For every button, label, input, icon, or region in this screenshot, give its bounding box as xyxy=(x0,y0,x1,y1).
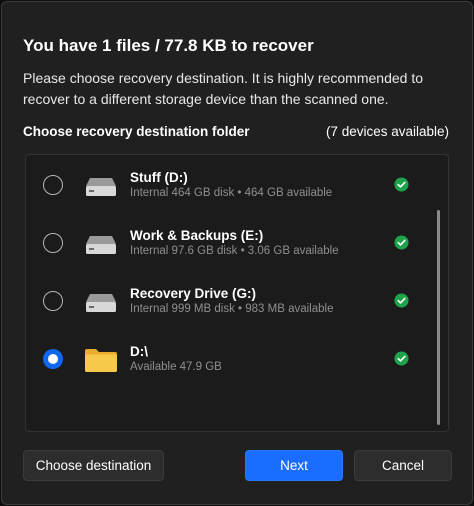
radio-button-selected[interactable] xyxy=(43,349,63,369)
device-row-e[interactable]: Work & Backups (E:) Internal 97.6 GB dis… xyxy=(26,213,436,271)
device-count: (7 devices available) xyxy=(325,124,449,139)
device-row-g[interactable]: Recovery Drive (G:) Internal 999 MB disk… xyxy=(26,271,436,329)
device-info: Internal 97.6 GB disk • 3.06 GB availabl… xyxy=(130,245,339,257)
device-row-folder[interactable]: D:\ Available 47.9 GB xyxy=(26,329,436,387)
check-circle-icon xyxy=(394,177,409,192)
hard-drive-icon xyxy=(86,178,116,196)
choose-destination-button[interactable]: Choose destination xyxy=(23,450,164,481)
device-name: Recovery Drive (G:) xyxy=(130,286,257,301)
hard-drive-icon xyxy=(86,236,116,254)
check-circle-icon xyxy=(394,351,409,366)
device-info: Internal 999 MB disk • 983 MB available xyxy=(130,303,334,315)
dialog-title: You have 1 files / 77.8 KB to recover xyxy=(23,36,314,55)
cancel-button[interactable]: Cancel xyxy=(354,450,452,481)
dialog-subtitle: Please choose recovery destination. It i… xyxy=(23,70,423,107)
device-name: Work & Backups (E:) xyxy=(130,228,264,243)
check-circle-icon xyxy=(394,235,409,250)
device-row-d[interactable]: Stuff (D:) Internal 464 GB disk • 464 GB… xyxy=(26,155,436,213)
hard-drive-icon xyxy=(86,294,116,312)
device-info: Available 47.9 GB xyxy=(130,361,222,373)
folder-icon xyxy=(85,349,117,372)
device-name: D:\ xyxy=(130,344,148,359)
device-list: Stuff (D:) Internal 464 GB disk • 464 GB… xyxy=(25,154,449,432)
radio-button[interactable] xyxy=(43,291,63,311)
section-label: Choose recovery destination folder xyxy=(23,124,250,139)
check-circle-icon xyxy=(394,293,409,308)
next-button[interactable]: Next xyxy=(245,450,343,481)
device-info: Internal 464 GB disk • 464 GB available xyxy=(130,187,333,199)
recovery-dialog: You have 1 files / 77.8 KB to recover Pl… xyxy=(1,1,473,505)
radio-button[interactable] xyxy=(43,233,63,253)
device-name: Stuff (D:) xyxy=(130,170,188,185)
scrollbar-thumb[interactable] xyxy=(437,210,440,425)
radio-button[interactable] xyxy=(43,175,63,195)
